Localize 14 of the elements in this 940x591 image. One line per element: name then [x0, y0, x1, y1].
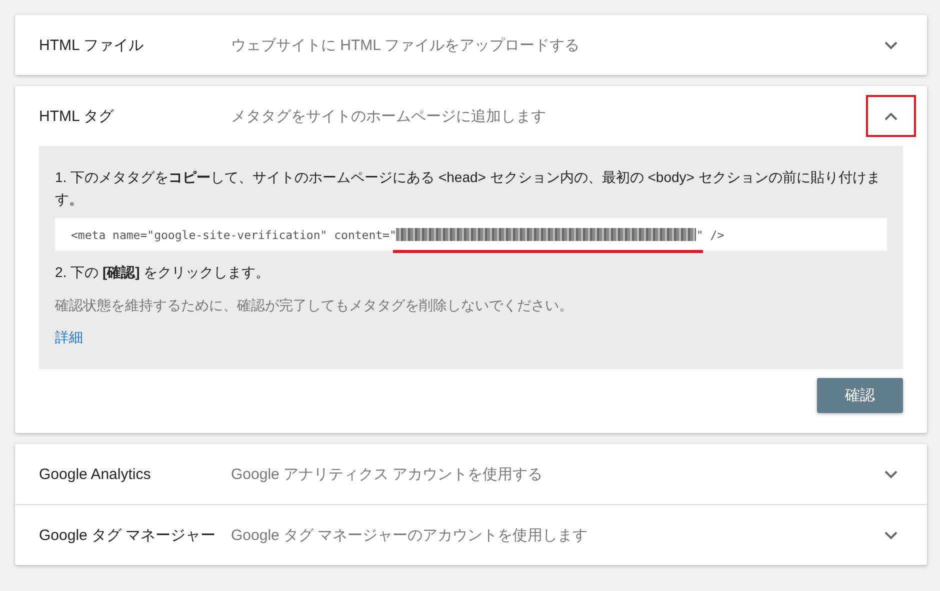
section-title: Google Analytics: [39, 466, 152, 482]
section-title: Google タグ マネージャー: [39, 526, 217, 544]
section-title: HTML タグ: [39, 106, 115, 126]
details-link[interactable]: 詳細: [55, 329, 83, 345]
section-title: HTML ファイル: [39, 36, 144, 54]
section-description: Google アナリティクス アカウントを使用する: [231, 464, 544, 484]
note-text: 確認状態を維持するために、確認が完了してもメタタグを削除しないでください。: [55, 297, 574, 315]
code-field[interactable]: <meta name="google-site-verification" content=" " />: [55, 218, 887, 251]
section-description: ウェブサイトに HTML ファイルをアップロードする: [231, 36, 581, 54]
confirm-button[interactable]: 確認: [817, 378, 903, 413]
section-description: メタタグをサイトのホームページに追加します: [231, 106, 547, 126]
step-text: 1. 下のメタタグをコピーして、サイトのホームページにある <head> セクション内の、最初の <body> セクションの前に貼り付けます。: [55, 168, 882, 209]
step-text: 2. 下の [確認] をクリックします。: [55, 263, 271, 282]
section-description: Google タグ マネージャーのアカウントを使用します: [231, 526, 589, 544]
